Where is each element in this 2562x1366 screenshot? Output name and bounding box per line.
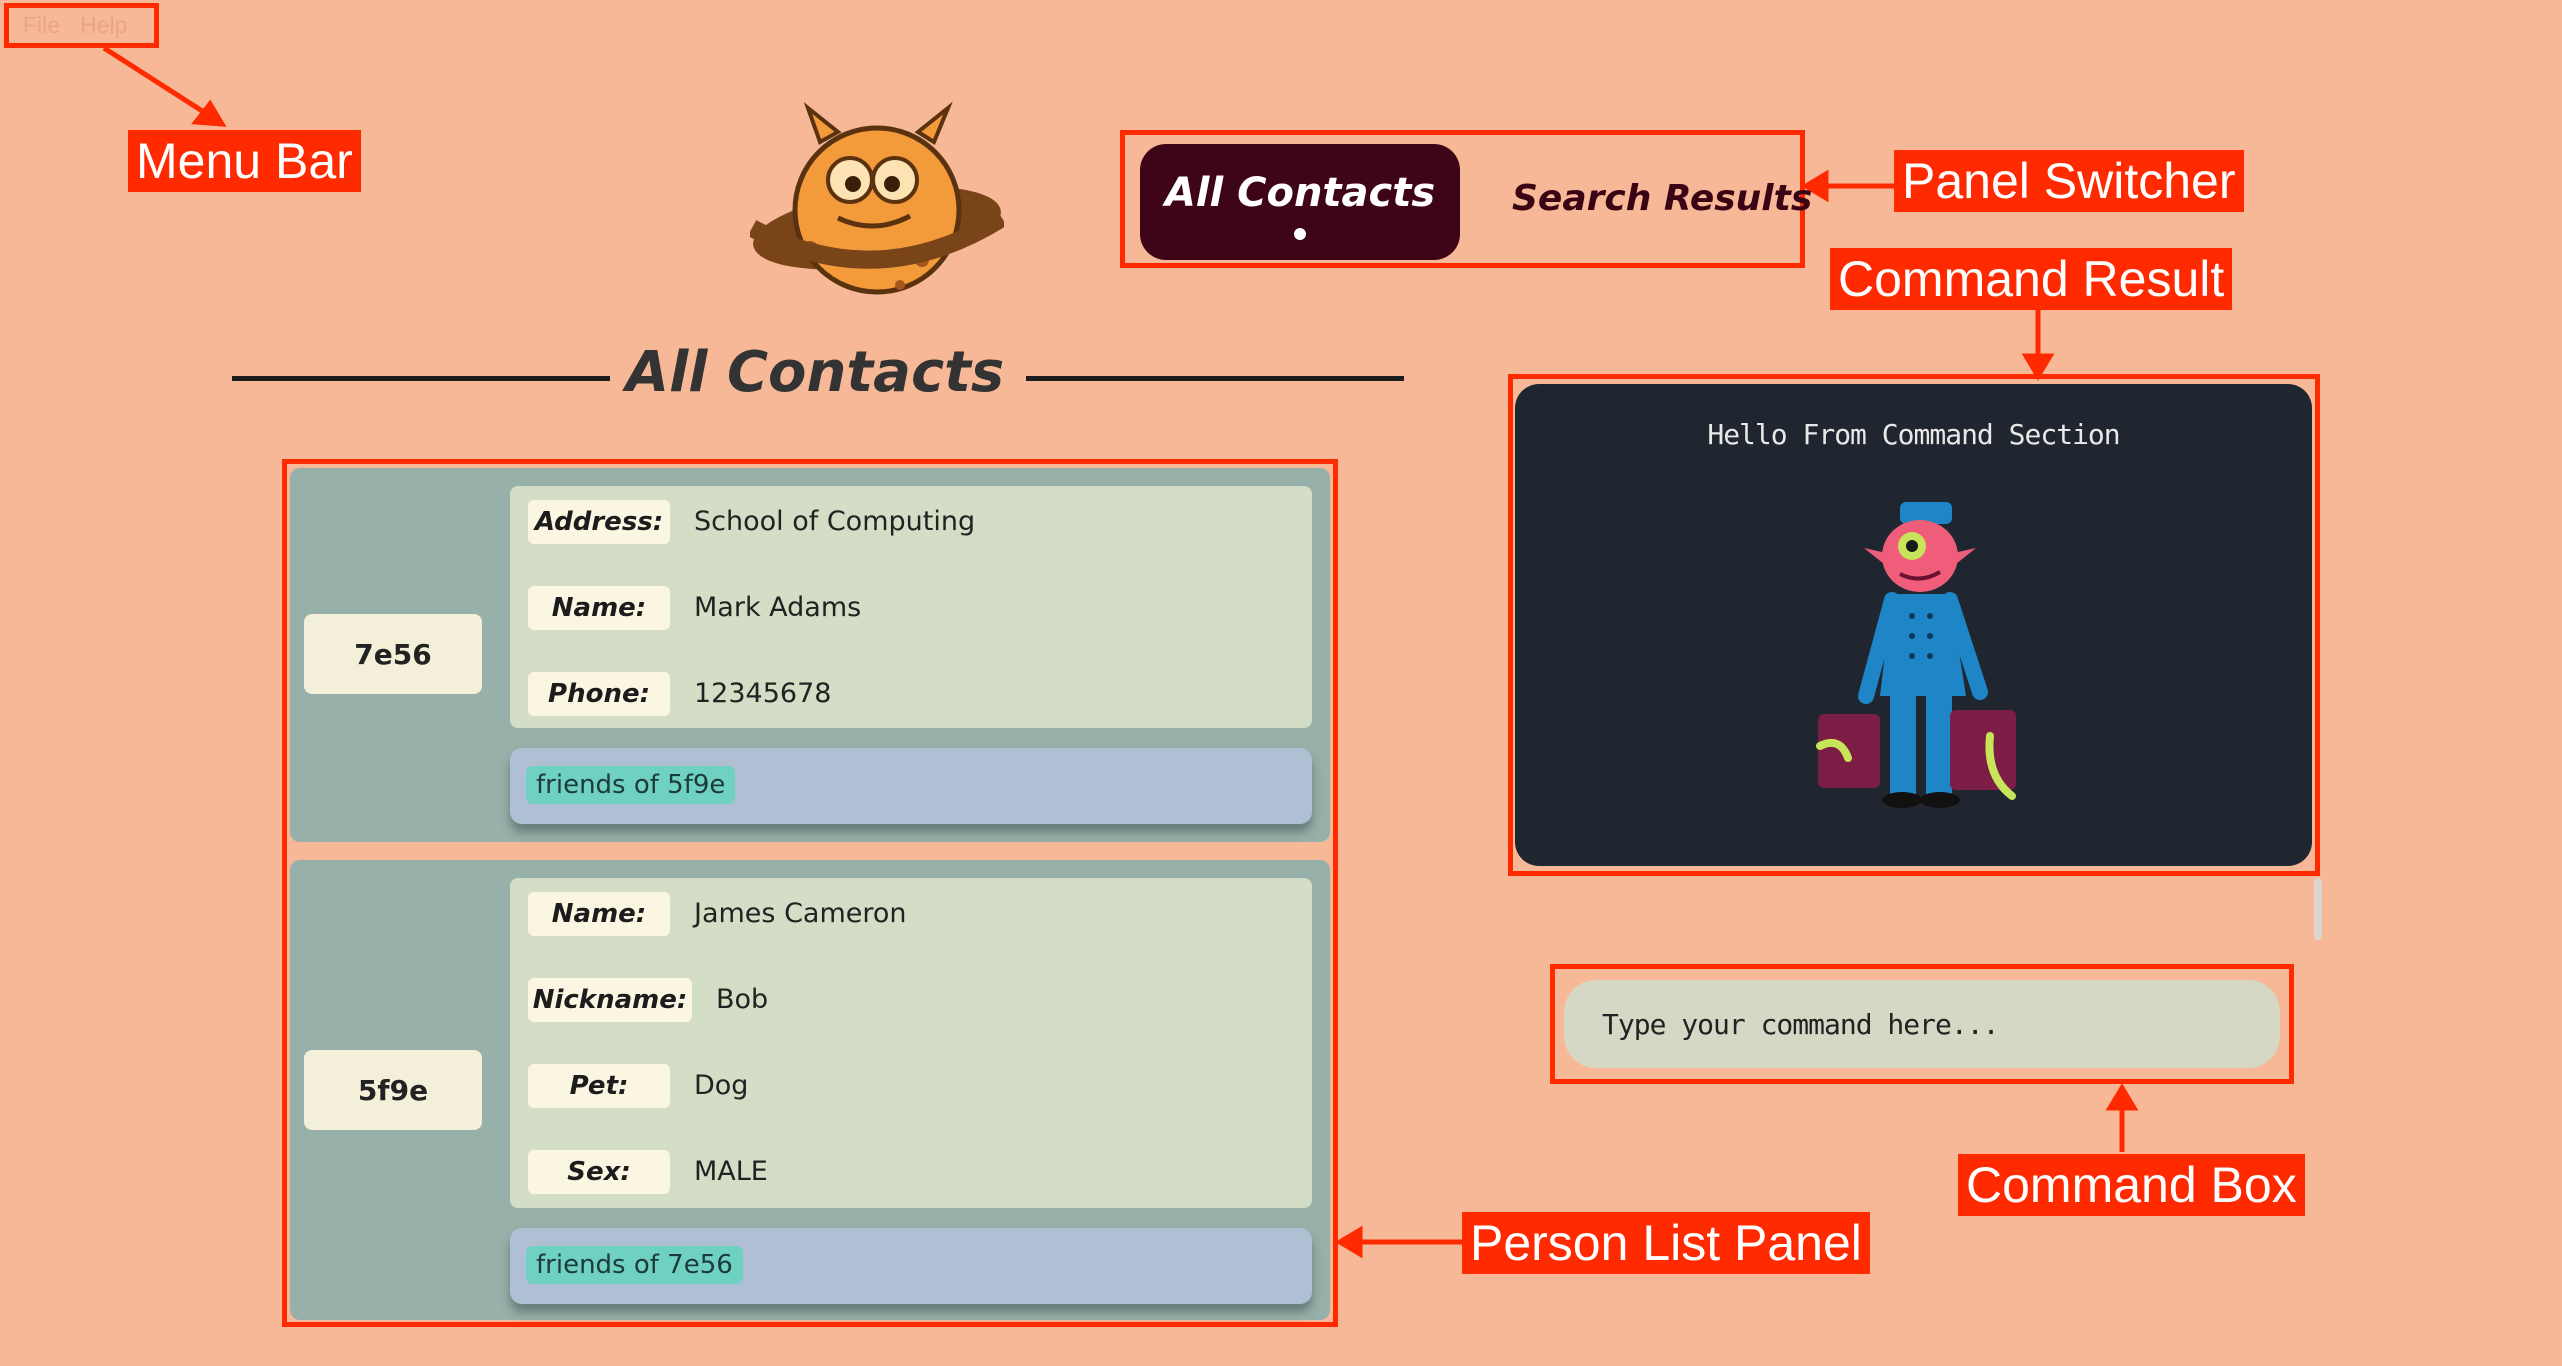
field-value: 12345678 [694, 678, 832, 709]
field-key: Name: [528, 892, 670, 936]
person-id: 7e56 [304, 614, 482, 694]
person-id: 5f9e [304, 1050, 482, 1130]
field-value: Dog [694, 1070, 749, 1101]
field-value: School of Computing [694, 506, 976, 537]
page-title: All Contacts [625, 340, 1005, 405]
annotation-menu-bar: Menu Bar [128, 130, 361, 192]
field-key: Address: [528, 500, 670, 544]
heading-divider-left [232, 376, 610, 381]
heading-divider-right [1026, 376, 1404, 381]
field-key: Name: [528, 586, 670, 630]
field-key: Pet: [528, 1064, 670, 1108]
field-key: Sex: [528, 1150, 670, 1194]
field-key: Phone: [528, 672, 670, 716]
tab-search-results[interactable]: Search Results [1512, 178, 1812, 219]
field-value: James Cameron [694, 898, 907, 929]
field-value: MALE [694, 1156, 768, 1187]
annotation-command-box: Command Box [1958, 1154, 2305, 1216]
field-value: Bob [716, 984, 769, 1015]
command-input[interactable] [1564, 980, 2280, 1068]
result-scrollbar[interactable] [2314, 878, 2322, 940]
tag: friends of 7e56 [526, 1246, 743, 1284]
tab-all-contacts[interactable]: All Contacts [1140, 144, 1460, 260]
active-tab-indicator [1294, 228, 1306, 240]
field-key: Nickname: [528, 978, 692, 1022]
bellhop-monster-illustration-icon [1816, 502, 2016, 808]
tag: friends of 5f9e [526, 766, 736, 804]
annotation-command-result: Command Result [1830, 248, 2233, 310]
annotation-panel-switcher: Panel Switcher [1894, 150, 2244, 212]
planet-monster-logo-icon [750, 101, 1004, 295]
field-value: Mark Adams [694, 592, 862, 623]
annotation-person-list-panel: Person List Panel [1462, 1212, 1870, 1274]
command-result-message: Hello From Command Section [1707, 418, 2120, 451]
